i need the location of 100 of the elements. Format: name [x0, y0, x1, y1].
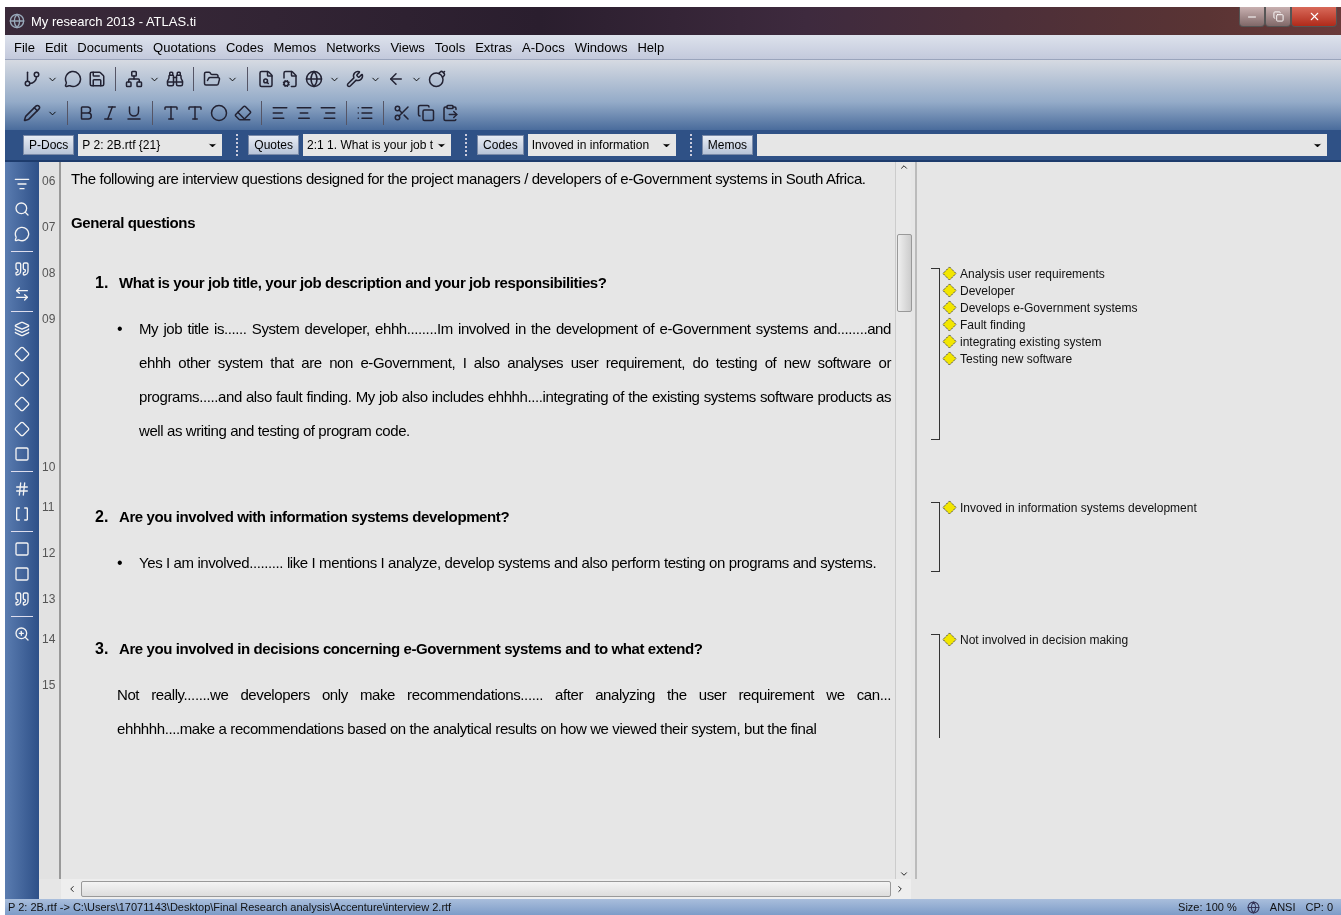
line-number: 15	[41, 677, 56, 694]
code-icon	[942, 317, 957, 332]
code-list-icon[interactable]	[14, 321, 30, 337]
menu-item[interactable]: A-Docs	[517, 39, 570, 55]
number-icon[interactable]	[14, 481, 30, 497]
code-icon	[942, 266, 957, 281]
encoding: ANSI	[1269, 901, 1296, 913]
question-text: Are you involved with information systems development?	[119, 507, 510, 527]
selector-button[interactable]: Memos	[701, 135, 754, 155]
menu-item[interactable]: Extras	[470, 39, 518, 55]
menu-item[interactable]: Edit	[39, 39, 73, 55]
globe-icon	[1246, 900, 1260, 914]
align-left-button[interactable]	[271, 104, 289, 122]
italic-button[interactable]	[101, 104, 119, 122]
brackets-icon[interactable]	[14, 506, 30, 522]
app-logo-icon	[9, 13, 25, 29]
question-text: What is your job title, your job description and your job responsibilities?	[119, 273, 607, 293]
menu-item[interactable]: Quotations	[148, 39, 221, 55]
answer-paragraph: Yes I am involved......... like I mentions I analyze, develop systems and also perform testing on programs and systems.	[139, 553, 877, 573]
selector-dropdown[interactable]: P 2: 2B.rtf {21}	[78, 134, 223, 156]
paste-button[interactable]	[441, 104, 459, 122]
code-icon	[942, 300, 957, 315]
scroll-left-icon[interactable]	[67, 884, 77, 894]
menu-item[interactable]: Windows	[569, 39, 633, 55]
pencil-button[interactable]	[23, 104, 41, 122]
paragraph: The following are interview questions designed for the project managers / developers of e-Government systems in South Africa.	[71, 169, 867, 189]
copy-button[interactable]	[417, 104, 435, 122]
line-number: 09	[41, 311, 56, 328]
restore-icon	[1272, 11, 1284, 22]
binoculars-button[interactable]	[166, 70, 184, 88]
code-icon	[942, 351, 957, 366]
line-number: 06	[41, 173, 56, 190]
code-tag[interactable]: Testing new software	[942, 351, 1138, 366]
file-path: P 2: 2B.rtf -> C:\Users\17071143\Desktop\Final Research analysis\Accenture\interview 2.rtf	[8, 901, 453, 913]
code-tag[interactable]: Developer	[942, 283, 1138, 298]
underline-button[interactable]	[125, 104, 143, 122]
code-tag[interactable]: Not involved in decision making	[942, 632, 1129, 647]
menu-item[interactable]: Memos	[268, 39, 322, 55]
quotation-bracket	[931, 502, 940, 572]
list-button[interactable]	[356, 104, 374, 122]
question-text: Are you involved in decisions concerning e-Government systems and to what extend?	[119, 639, 703, 659]
quote-icon[interactable]	[14, 261, 30, 277]
folder-button[interactable]	[203, 70, 221, 88]
eraser-button[interactable]	[234, 104, 252, 122]
answer-paragraph: My job title is...... System developer, ehhh........Im involved in the development of e-Government systems and........and ehhh other system that are non e-Government, I also analyses user requirement, do testing of new software or programs.....and also fault finding. My job also includes ehhhh....integrating of the existing systems software products as well as writing and testing of program code.	[139, 319, 891, 441]
menu-item[interactable]: Views	[385, 39, 430, 55]
scroll-thumb[interactable]	[897, 234, 912, 312]
selector-button[interactable]: Codes	[477, 135, 524, 155]
bullet-icon: •	[117, 312, 139, 448]
code-tag[interactable]: Develops e-Government systems	[942, 300, 1138, 315]
question-number: 3.	[95, 639, 110, 659]
section-heading: General questions	[71, 213, 197, 233]
selector-dropdown[interactable]: Invoved in information	[527, 134, 676, 156]
document-search-button[interactable]	[257, 70, 275, 88]
globe-button[interactable]	[305, 70, 323, 88]
speech-bubble-icon[interactable]	[14, 226, 30, 242]
scroll-up-icon[interactable]	[898, 162, 909, 172]
speech-bubble-button[interactable]	[64, 70, 82, 88]
scroll-down-icon[interactable]	[898, 869, 909, 879]
document-settings-button[interactable]	[281, 70, 299, 88]
selector-button[interactable]: P-Docs	[23, 135, 75, 155]
menu-item[interactable]: Networks	[321, 39, 386, 55]
minimize-button[interactable]	[1239, 7, 1265, 27]
menu-item[interactable]: Documents	[72, 39, 149, 55]
line-number: 10	[41, 459, 56, 476]
scroll-thumb[interactable]	[81, 881, 891, 897]
selector-dropdown[interactable]: 2:1 1. What is your job t	[303, 134, 452, 156]
window-title: My research 2013 - ATLAS.ti	[31, 13, 198, 29]
line-number: 14	[41, 631, 56, 648]
wrench-button[interactable]	[346, 70, 364, 88]
menu-item[interactable]: File	[9, 39, 40, 55]
zoom-size: Size: 100 %	[1178, 901, 1237, 913]
save-button[interactable]	[88, 70, 106, 88]
code-diamond-icon[interactable]	[14, 371, 30, 387]
align-center-button[interactable]	[295, 104, 313, 122]
code-icon	[942, 283, 957, 298]
hierarchy-button[interactable]	[125, 70, 143, 88]
restore-button[interactable]	[1265, 7, 1291, 27]
menu-item[interactable]: Help	[632, 39, 670, 55]
line-number: 13	[41, 591, 56, 608]
bomb-button[interactable]	[428, 70, 446, 88]
answer-paragraph: Not really.......we developers only make recommendations...... after analyzing the user requirement we can... ehhhhh....make a recommendations based on the analytical results on how we viewed their system, but the final	[116, 685, 891, 739]
close-button[interactable]	[1291, 7, 1337, 27]
question-number: 2.	[95, 507, 110, 527]
question-number: 1.	[95, 273, 110, 293]
scroll-right-icon[interactable]	[895, 884, 905, 894]
search-icon[interactable]	[14, 201, 30, 217]
back-button[interactable]	[387, 70, 405, 88]
code-tag[interactable]: Fault finding	[942, 317, 1138, 332]
code-icon	[942, 632, 957, 647]
code-tag[interactable]: Invoved in information systems development	[942, 500, 1197, 515]
menu-item[interactable]: Tools	[429, 39, 471, 55]
code-tag[interactable]: Analysis user requirements	[942, 266, 1138, 281]
cut-button[interactable]	[393, 104, 411, 122]
quote-resize-icon[interactable]	[14, 286, 30, 302]
zoom-in-icon[interactable]	[14, 626, 30, 642]
menu-item[interactable]: Codes	[221, 39, 269, 55]
align-right-button[interactable]	[319, 104, 337, 122]
code-tag[interactable]: integrating existing system	[942, 334, 1138, 349]
selector-button[interactable]: Quotes	[248, 135, 300, 155]
